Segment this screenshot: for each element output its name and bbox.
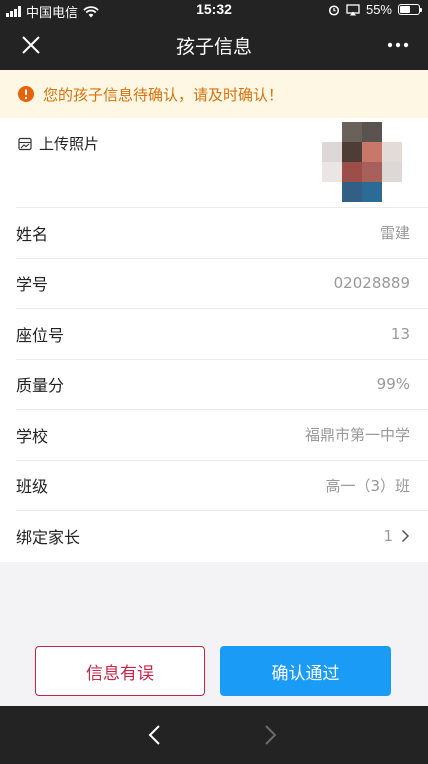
field-row-quality-score: 质量分 99% [16,360,428,410]
more-icon[interactable] [386,38,410,52]
chevron-left-icon[interactable] [147,724,163,746]
field-value: 1 [383,527,393,546]
field-label: 绑定家长 [16,528,81,548]
confirm-button[interactable]: 确认通过 [220,646,391,696]
upload-photo-label: 上传照片 [39,135,100,153]
page-title: 孩子信息 [175,36,252,58]
field-label: 座位号 [16,325,65,345]
photo-row: 上传照片 [16,118,428,208]
field-value: 福鼎市第一中学 [304,426,410,445]
warning-icon [18,86,34,102]
notice-banner: 您的孩子信息待确认，请及时确认！ [0,70,428,118]
field-label: 学号 [16,275,49,295]
battery-fill [400,6,410,13]
info-error-button[interactable]: 信息有误 [35,646,205,696]
bottom-nav-bar [0,706,428,764]
field-row-student-id: 学号 02028889 [16,259,428,309]
chevron-right-icon [401,530,410,543]
alarm-icon [328,4,340,16]
field-row-school: 学校 福鼎市第一中学 [16,410,428,461]
field-label: 质量分 [16,376,65,396]
field-value: 雷建 [379,224,410,243]
field-row-bound-parents[interactable]: 绑定家长 1 [16,511,428,562]
child-photo[interactable] [322,118,412,204]
notice-text: 您的孩子信息待确认，请及时确认！ [43,85,284,104]
image-icon [18,137,32,150]
field-row-name: 姓名 雷建 [16,208,428,259]
status-bar: 中国电信 15:32 55% [0,0,428,20]
field-value: 99% [376,375,410,394]
chevron-right-icon[interactable] [262,724,278,746]
battery-percent: 55% [365,2,392,17]
field-label: 学校 [16,426,49,446]
battery-icon [398,4,422,15]
info-card: 上传照片 姓名 雷建 学号 02028889 座位号 13 质量分 99% 学校… [0,118,428,562]
field-value: 高一（3）班 [325,476,410,495]
upload-photo-button[interactable]: 上传照片 [18,133,99,154]
field-row-class: 班级 高一（3）班 [16,461,428,511]
field-label: 班级 [16,477,49,497]
field-value: 13 [390,324,410,343]
field-label: 姓名 [16,224,49,244]
field-row-seat-number: 座位号 13 [16,309,428,360]
screen-mirror-icon [346,3,360,15]
field-value: 02028889 [333,274,410,293]
nav-bar: 孩子信息 [0,20,428,70]
status-right: 55% [328,2,422,17]
